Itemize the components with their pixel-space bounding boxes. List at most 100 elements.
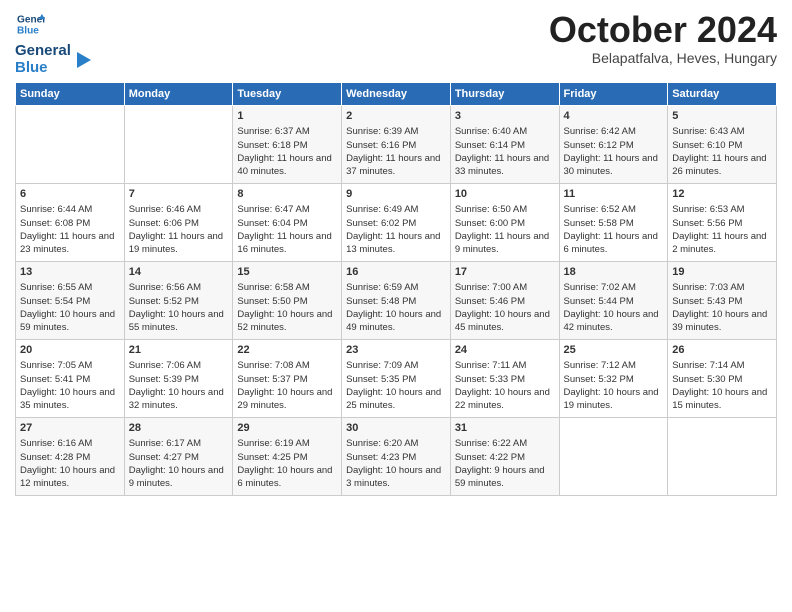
day-info: Sunset: 5:54 PM (20, 296, 90, 307)
day-info: Daylight: 10 hours and 32 minutes. (129, 387, 224, 411)
calendar-cell (16, 106, 125, 184)
day-info: Sunrise: 6:47 AM (237, 204, 309, 215)
day-header-saturday: Saturday (668, 83, 777, 106)
day-info: Sunset: 5:50 PM (237, 296, 307, 307)
day-info: Daylight: 11 hours and 19 minutes. (129, 231, 223, 255)
day-number: 4 (564, 109, 664, 124)
calendar-cell: 15Sunrise: 6:58 AMSunset: 5:50 PMDayligh… (233, 262, 342, 340)
day-info: Sunrise: 7:11 AM (455, 360, 527, 371)
day-info: Sunset: 5:58 PM (564, 218, 634, 229)
day-number: 13 (20, 265, 120, 280)
day-info: Sunset: 6:10 PM (672, 140, 742, 151)
day-info: Sunset: 5:32 PM (564, 374, 634, 385)
day-number: 27 (20, 421, 120, 436)
calendar-cell: 6Sunrise: 6:44 AMSunset: 6:08 PMDaylight… (16, 184, 125, 262)
calendar-cell: 29Sunrise: 6:19 AMSunset: 4:25 PMDayligh… (233, 418, 342, 496)
day-info: Sunrise: 6:56 AM (129, 282, 201, 293)
day-info: Sunrise: 7:05 AM (20, 360, 92, 371)
day-info: Sunrise: 6:16 AM (20, 438, 92, 449)
calendar-cell: 5 Sunrise: 6:43 AM Sunset: 6:10 PM Daylight… (668, 106, 777, 184)
day-info: Daylight: 11 hours and 26 minutes. (672, 153, 766, 177)
day-info: Sunset: 4:25 PM (237, 452, 307, 463)
day-info: Daylight: 10 hours and 52 minutes. (237, 309, 332, 333)
day-info: Daylight: 11 hours and 37 minutes. (346, 153, 440, 177)
calendar-cell: 1Sunrise: 6:37 AMSunset: 6:18 PMDaylight… (233, 106, 342, 184)
day-info: Sunset: 5:33 PM (455, 374, 525, 385)
day-info: Daylight: 10 hours and 45 minutes. (455, 309, 550, 333)
day-info: Sunset: 6:04 PM (237, 218, 307, 229)
day-number: 19 (672, 265, 772, 280)
day-info: Daylight: 10 hours and 9 minutes. (129, 465, 224, 489)
calendar-cell: 27Sunrise: 6:16 AMSunset: 4:28 PMDayligh… (16, 418, 125, 496)
day-number: 28 (129, 421, 229, 436)
day-info: Daylight: 10 hours and 42 minutes. (564, 309, 659, 333)
day-info: Sunrise: 6:43 AM (672, 126, 744, 137)
calendar-week-row: 1Sunrise: 6:37 AMSunset: 6:18 PMDaylight… (16, 106, 777, 184)
logo-blue: Blue (15, 60, 71, 77)
day-info: Sunrise: 7:08 AM (237, 360, 309, 371)
day-header-tuesday: Tuesday (233, 83, 342, 106)
calendar-cell: 12Sunrise: 6:53 AMSunset: 5:56 PMDayligh… (668, 184, 777, 262)
day-info: Sunset: 6:12 PM (564, 140, 634, 151)
logo-arrow-icon (71, 50, 91, 70)
day-info: Daylight: 10 hours and 3 minutes. (346, 465, 441, 489)
calendar-cell (668, 418, 777, 496)
day-number: 26 (672, 343, 772, 358)
day-info: Sunset: 5:35 PM (346, 374, 416, 385)
day-info: Daylight: 9 hours and 59 minutes. (455, 465, 545, 489)
day-info: Sunset: 6:18 PM (237, 140, 307, 151)
day-number: 5 (672, 109, 772, 124)
day-info: Sunset: 6:16 PM (346, 140, 416, 151)
calendar-cell: 11Sunrise: 6:52 AMSunset: 5:58 PMDayligh… (559, 184, 668, 262)
day-number: 11 (564, 187, 664, 202)
day-info: Sunset: 5:43 PM (672, 296, 742, 307)
day-info: Sunset: 5:56 PM (672, 218, 742, 229)
day-info: Sunset: 6:08 PM (20, 218, 90, 229)
day-info: Sunset: 5:37 PM (237, 374, 307, 385)
day-info: Daylight: 10 hours and 59 minutes. (20, 309, 115, 333)
day-info: Daylight: 11 hours and 13 minutes. (346, 231, 440, 255)
day-info: Sunset: 6:06 PM (129, 218, 199, 229)
day-info: Sunset: 6:00 PM (455, 218, 525, 229)
day-info: Sunset: 6:14 PM (455, 140, 525, 151)
day-info: Sunrise: 6:22 AM (455, 438, 527, 449)
calendar-cell: 3Sunrise: 6:40 AMSunset: 6:14 PMDaylight… (450, 106, 559, 184)
calendar-table: SundayMondayTuesdayWednesdayThursdayFrid… (15, 82, 777, 496)
day-info: Daylight: 10 hours and 35 minutes. (20, 387, 115, 411)
calendar-cell: 4Sunrise: 6:42 AMSunset: 6:12 PMDaylight… (559, 106, 668, 184)
day-info: Sunrise: 7:09 AM (346, 360, 418, 371)
day-number: 17 (455, 265, 555, 280)
calendar-cell: 2Sunrise: 6:39 AMSunset: 6:16 PMDaylight… (342, 106, 451, 184)
day-info: Sunset: 6:02 PM (346, 218, 416, 229)
day-number: 14 (129, 265, 229, 280)
calendar-cell: 14Sunrise: 6:56 AMSunset: 5:52 PMDayligh… (124, 262, 233, 340)
day-number: 6 (20, 187, 120, 202)
day-info: Sunrise: 6:37 AM (237, 126, 309, 137)
day-number: 29 (237, 421, 337, 436)
day-info: Sunset: 4:27 PM (129, 452, 199, 463)
day-header-friday: Friday (559, 83, 668, 106)
day-number: 8 (237, 187, 337, 202)
day-info: Sunrise: 6:40 AM (455, 126, 527, 137)
day-info: Sunrise: 6:20 AM (346, 438, 418, 449)
calendar-week-row: 20Sunrise: 7:05 AMSunset: 5:41 PMDayligh… (16, 340, 777, 418)
calendar-cell (124, 106, 233, 184)
day-info: Sunset: 4:28 PM (20, 452, 90, 463)
day-info: Daylight: 10 hours and 22 minutes. (455, 387, 550, 411)
day-header-monday: Monday (124, 83, 233, 106)
day-number: 18 (564, 265, 664, 280)
month-title: October 2024 (549, 10, 777, 50)
day-info: Daylight: 10 hours and 25 minutes. (346, 387, 441, 411)
calendar-cell: 28Sunrise: 6:17 AMSunset: 4:27 PMDayligh… (124, 418, 233, 496)
calendar-cell: 26Sunrise: 7:14 AMSunset: 5:30 PMDayligh… (668, 340, 777, 418)
calendar-cell: 18Sunrise: 7:02 AMSunset: 5:44 PMDayligh… (559, 262, 668, 340)
calendar-cell: 31Sunrise: 6:22 AMSunset: 4:22 PMDayligh… (450, 418, 559, 496)
day-info: Daylight: 10 hours and 19 minutes. (564, 387, 659, 411)
day-info: Daylight: 10 hours and 6 minutes. (237, 465, 332, 489)
day-number: 7 (129, 187, 229, 202)
day-number: 2 (346, 109, 446, 124)
calendar-cell: 22Sunrise: 7:08 AMSunset: 5:37 PMDayligh… (233, 340, 342, 418)
day-info: Sunset: 5:44 PM (564, 296, 634, 307)
day-number: 25 (564, 343, 664, 358)
logo-general: General (15, 43, 71, 60)
